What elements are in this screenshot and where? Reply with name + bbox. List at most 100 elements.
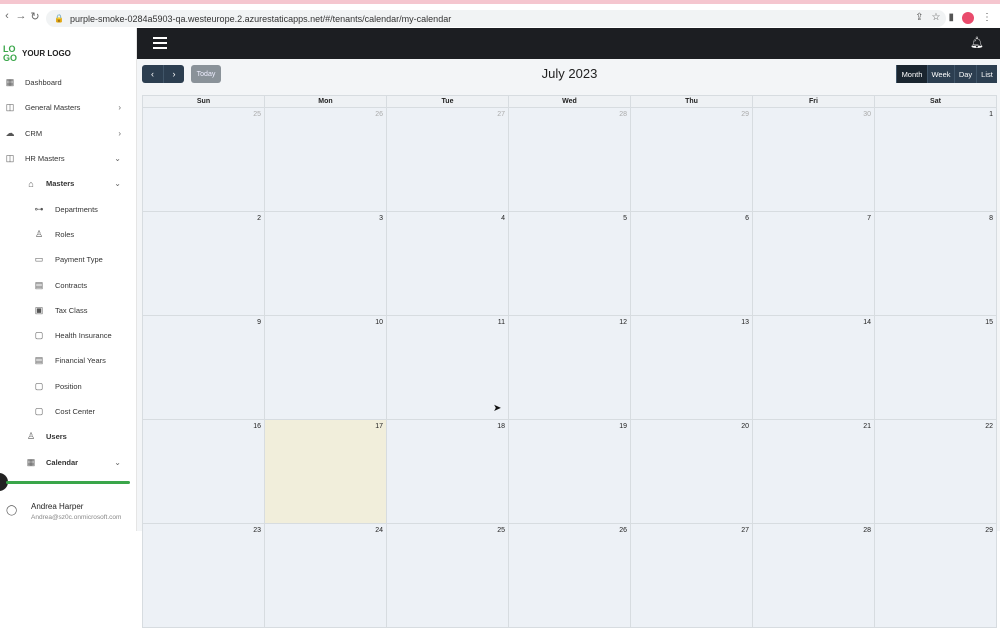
sidebar-item-cost-center[interactable]: ▢ Cost Center bbox=[0, 399, 137, 424]
day-number[interactable]: 27 bbox=[497, 111, 505, 118]
day-number[interactable]: 16 bbox=[253, 423, 261, 430]
day-number[interactable]: 14 bbox=[863, 319, 871, 326]
day-number[interactable]: 9 bbox=[257, 319, 261, 326]
day-number[interactable]: 10 bbox=[375, 319, 383, 326]
day-cell[interactable]: 16 bbox=[143, 420, 265, 524]
day-cell[interactable]: 28 bbox=[509, 108, 631, 212]
sidebar-item-crm[interactable]: ☁ CRM › bbox=[0, 121, 137, 146]
sidebar-item-calendar[interactable]: ▦ Calendar ⌄ bbox=[0, 449, 137, 474]
day-cell[interactable]: 12 bbox=[509, 316, 631, 420]
day-cell[interactable]: 1 bbox=[875, 108, 997, 212]
day-cell[interactable]: 26 bbox=[509, 524, 631, 628]
day-cell[interactable]: 14 bbox=[753, 316, 875, 420]
day-number[interactable]: 15 bbox=[985, 319, 993, 326]
day-number[interactable]: 5 bbox=[623, 215, 627, 222]
day-number[interactable]: 8 bbox=[989, 215, 993, 222]
chevron-icon: ⌄ bbox=[114, 457, 121, 467]
day-cell[interactable]: 8 bbox=[875, 212, 997, 316]
view-week-button[interactable]: Week bbox=[927, 65, 954, 83]
sidepanel-icon[interactable]: ▮ bbox=[948, 12, 954, 24]
day-cell[interactable]: 7 bbox=[753, 212, 875, 316]
user-profile[interactable]: ◯ Andrea Harper Andrea@sz0c.onmicrosoft.… bbox=[0, 498, 137, 528]
day-number[interactable]: 20 bbox=[741, 423, 749, 430]
day-cell[interactable]: 5 bbox=[509, 212, 631, 316]
menu-icon[interactable]: ⋮ bbox=[982, 12, 992, 24]
day-cell[interactable]: 11 bbox=[387, 316, 509, 420]
sidebar-item-masters[interactable]: ⌂ Masters ⌄ bbox=[0, 171, 137, 196]
day-number[interactable]: 6 bbox=[745, 215, 749, 222]
day-cell[interactable]: 29 bbox=[631, 108, 753, 212]
day-cell[interactable]: 29 bbox=[875, 524, 997, 628]
day-cell[interactable]: 2 bbox=[143, 212, 265, 316]
day-number[interactable]: 13 bbox=[741, 319, 749, 326]
day-number[interactable]: 2 bbox=[257, 215, 261, 222]
day-number[interactable]: 4 bbox=[501, 215, 505, 222]
day-cell[interactable]: 15 bbox=[875, 316, 997, 420]
day-cell[interactable]: 21 bbox=[753, 420, 875, 524]
day-number[interactable]: 3 bbox=[379, 215, 383, 222]
day-number[interactable]: 28 bbox=[619, 111, 627, 118]
day-number[interactable]: 26 bbox=[375, 111, 383, 118]
bell-icon[interactable]: 🔔︎ bbox=[970, 36, 984, 49]
day-number[interactable]: 25 bbox=[253, 111, 261, 118]
sidebar-item-contracts[interactable]: ▤ Contracts bbox=[0, 272, 137, 297]
day-cell[interactable]: 30 bbox=[753, 108, 875, 212]
share-icon[interactable]: ⇪ bbox=[915, 12, 923, 24]
day-number[interactable]: 1 bbox=[989, 111, 993, 118]
sidebar-item-dashboard[interactable]: ▦ Dashboard bbox=[0, 70, 137, 95]
sidebar-item-financial-years[interactable]: ▤ Financial Years bbox=[0, 348, 137, 373]
day-cell[interactable]: 25 bbox=[143, 108, 265, 212]
sidebar-item-roles[interactable]: ♙ Roles bbox=[0, 222, 137, 247]
day-number[interactable]: 18 bbox=[497, 423, 505, 430]
day-number[interactable]: 29 bbox=[741, 111, 749, 118]
sidebar-item-hr-masters[interactable]: ◫ HR Masters ⌄ bbox=[0, 146, 137, 171]
next-button[interactable]: › bbox=[163, 65, 184, 83]
day-cell-today[interactable]: 17 bbox=[265, 420, 387, 524]
sidebar-item-payment-type[interactable]: ▭ Payment Type bbox=[0, 247, 137, 272]
day-cell[interactable]: 26 bbox=[265, 108, 387, 212]
day-number[interactable]: 12 bbox=[619, 319, 627, 326]
day-cell[interactable]: 9 bbox=[143, 316, 265, 420]
day-number[interactable]: 17 bbox=[375, 423, 383, 430]
view-month-button[interactable]: Month bbox=[896, 65, 927, 83]
day-number[interactable]: 11 bbox=[498, 319, 505, 326]
day-cell[interactable]: 23 bbox=[143, 524, 265, 628]
sidebar-item-departments[interactable]: ⊶ Departments bbox=[0, 196, 137, 221]
profile-icon[interactable] bbox=[962, 12, 974, 24]
day-cell[interactable]: 4 bbox=[387, 212, 509, 316]
day-cell[interactable]: 20 bbox=[631, 420, 753, 524]
day-cell[interactable]: 13 bbox=[631, 316, 753, 420]
day-cell[interactable]: 28 bbox=[753, 524, 875, 628]
day-cell[interactable]: 19 bbox=[509, 420, 631, 524]
back-icon[interactable]: ‹ bbox=[0, 10, 14, 22]
sidebar-item-position[interactable]: ▢ Position bbox=[0, 374, 137, 399]
day-number[interactable]: 21 bbox=[863, 423, 871, 430]
sidebar-item-general-masters[interactable]: ◫ General Masters › bbox=[0, 95, 137, 120]
day-cell[interactable]: 18 bbox=[387, 420, 509, 524]
day-number[interactable]: 7 bbox=[867, 215, 871, 222]
day-cell[interactable]: 10 bbox=[265, 316, 387, 420]
sidebar-item-health-insurance[interactable]: ▢ Health Insurance bbox=[0, 323, 137, 348]
day-cell[interactable]: 24 bbox=[265, 524, 387, 628]
day-number[interactable]: 30 bbox=[863, 111, 871, 118]
day-cell[interactable]: 27 bbox=[631, 524, 753, 628]
today-button[interactable]: Today bbox=[191, 65, 221, 83]
day-number[interactable]: 22 bbox=[985, 423, 993, 430]
logo[interactable]: LO GO YOUR LOGO bbox=[3, 44, 71, 63]
hamburger-icon[interactable] bbox=[153, 37, 167, 49]
reload-icon[interactable]: ↻ bbox=[28, 10, 42, 23]
forward-icon[interactable]: → bbox=[14, 10, 28, 22]
day-cell[interactable]: 3 bbox=[265, 212, 387, 316]
prev-button[interactable]: ‹ bbox=[142, 65, 163, 83]
sidebar-item-tax-class[interactable]: ▣ Tax Class bbox=[0, 298, 137, 323]
address-bar[interactable]: 🔒 purple-smoke-0284a5903-qa.westeurope.2… bbox=[46, 10, 946, 27]
view-day-button[interactable]: Day bbox=[954, 65, 976, 83]
day-cell[interactable]: 27 bbox=[387, 108, 509, 212]
day-number[interactable]: 19 bbox=[619, 423, 627, 430]
day-cell[interactable]: 25 bbox=[387, 524, 509, 628]
view-list-button[interactable]: List bbox=[976, 65, 997, 83]
day-cell[interactable]: 6 bbox=[631, 212, 753, 316]
day-cell[interactable]: 22 bbox=[875, 420, 997, 524]
sidebar-item-users[interactable]: ♙ Users bbox=[0, 424, 137, 449]
star-icon[interactable]: ☆ bbox=[932, 12, 941, 24]
